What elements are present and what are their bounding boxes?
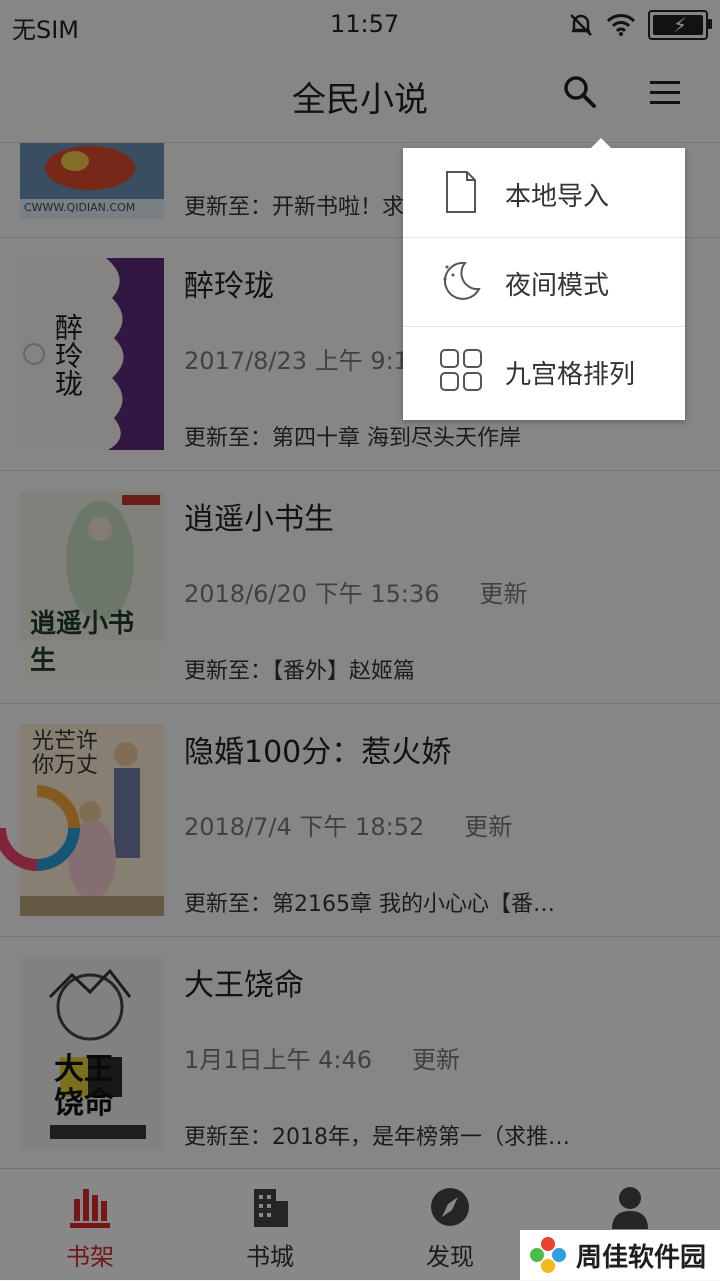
menu-item-label: 夜间模式: [505, 271, 610, 301]
menu-item-night-mode[interactable]: 夜间模式: [403, 237, 685, 327]
menu-item-label: 本地导入: [505, 182, 610, 212]
menu-item-label: 九宫格排列: [505, 360, 636, 390]
file-icon: [446, 171, 476, 213]
menu-item-local-import[interactable]: 本地导入: [403, 148, 685, 238]
grid-icon: [440, 349, 482, 391]
watermark-logo-icon: [530, 1237, 566, 1273]
watermark-text: 周佳软件园: [576, 1242, 707, 1273]
watermark: 周佳软件园: [520, 1230, 720, 1280]
moon-icon: [443, 261, 481, 300]
overflow-menu: 本地导入 夜间模式 九宫格排列: [403, 138, 685, 420]
menu-item-grid-layout[interactable]: 九宫格排列: [403, 326, 685, 415]
